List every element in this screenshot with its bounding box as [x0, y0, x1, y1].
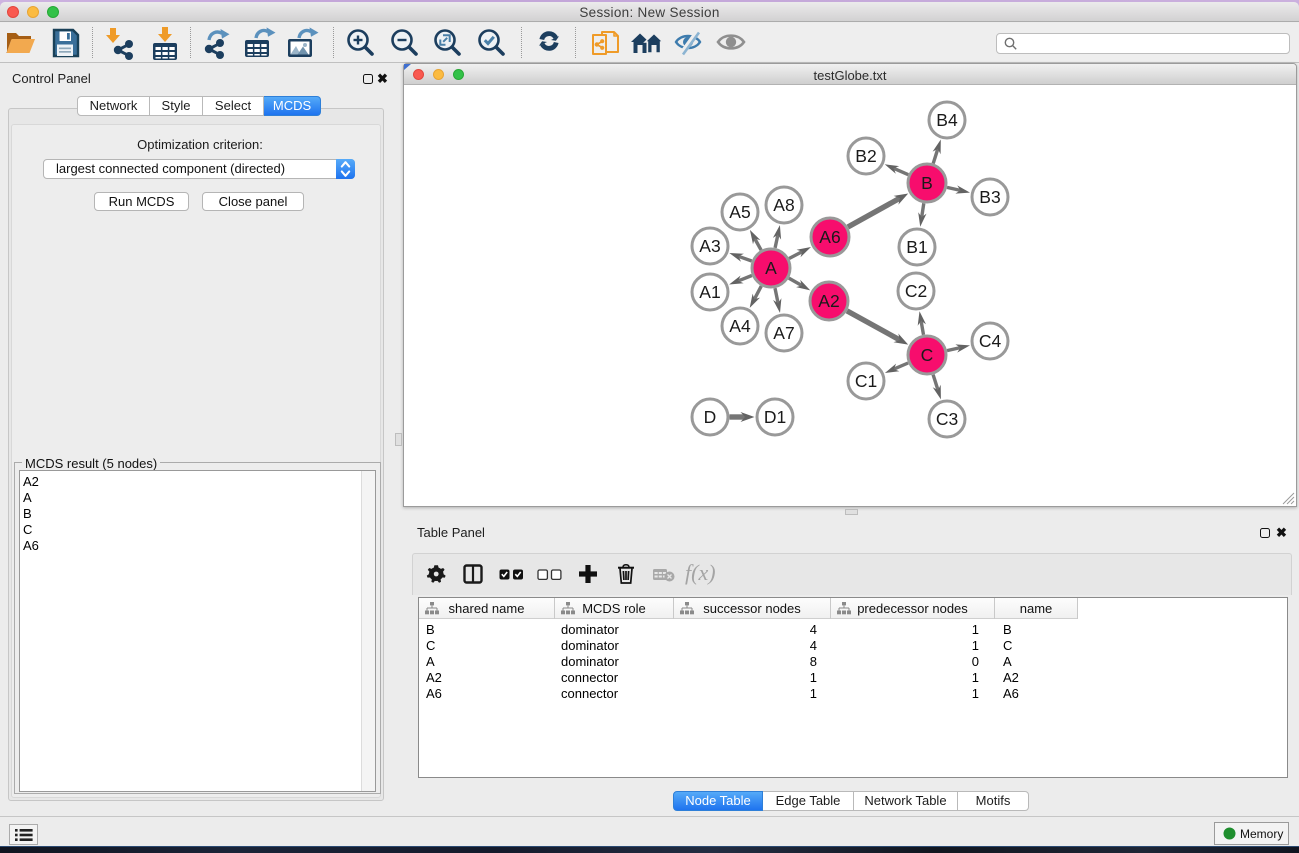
svg-text:A1: A1 [699, 282, 720, 302]
svg-text:C: C [921, 345, 934, 365]
svg-text:B2: B2 [855, 146, 876, 166]
svg-text:C4: C4 [979, 331, 1002, 351]
svg-text:A3: A3 [699, 236, 720, 256]
svg-text:A7: A7 [773, 323, 794, 343]
svg-text:C3: C3 [936, 409, 958, 429]
svg-text:B1: B1 [906, 237, 927, 257]
svg-text:A2: A2 [818, 291, 839, 311]
svg-text:B: B [921, 173, 933, 193]
svg-text:A: A [765, 258, 777, 278]
svg-text:A5: A5 [729, 202, 750, 222]
svg-text:A8: A8 [773, 195, 794, 215]
svg-text:A6: A6 [819, 227, 840, 247]
svg-text:D1: D1 [764, 407, 786, 427]
svg-text:B4: B4 [936, 110, 958, 130]
svg-text:B3: B3 [979, 187, 1000, 207]
svg-text:A4: A4 [729, 316, 751, 336]
svg-text:C1: C1 [855, 371, 877, 391]
svg-text:C2: C2 [905, 281, 927, 301]
svg-text:D: D [704, 407, 717, 427]
